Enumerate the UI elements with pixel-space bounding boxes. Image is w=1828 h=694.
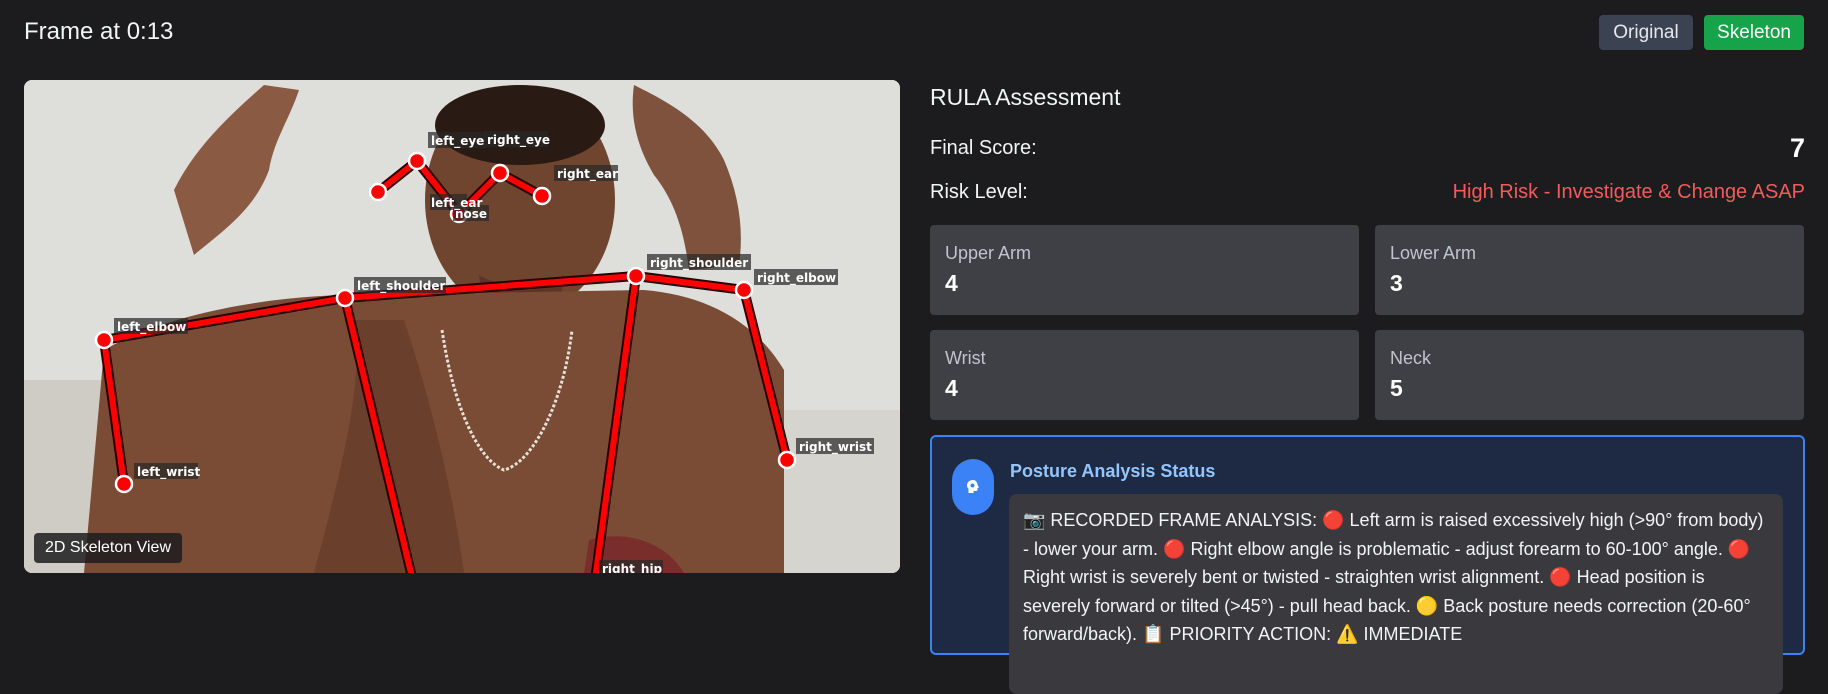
- risk-level-value: High Risk - Investigate & Change ASAP: [1452, 181, 1805, 203]
- keypoint-left-ear: [368, 182, 388, 202]
- risk-level-row: Risk Level: High Risk - Investigate & Ch…: [930, 181, 1805, 204]
- view-mode-badge: 2D Skeleton View: [34, 533, 182, 563]
- brain-icon: [952, 459, 994, 515]
- metric-wrist: Wrist 4: [930, 330, 1359, 420]
- metric-label: Upper Arm: [945, 243, 1032, 263]
- metric-lower-arm: Lower Arm 3: [1375, 225, 1804, 315]
- label-nose: nose: [455, 207, 487, 221]
- metric-neck: Neck 5: [1375, 330, 1804, 420]
- frame-viewer: right_eye left_eye left_ear nose right_e…: [24, 80, 900, 573]
- final-score-row: Final Score: 7: [930, 133, 1805, 164]
- label-right-shoulder: right_shoulder: [650, 256, 748, 271]
- metric-value: 4: [945, 270, 958, 296]
- top-bar: Frame at 0:13 Original Skeleton: [0, 0, 1828, 66]
- skeleton-view-button[interactable]: Skeleton: [1704, 15, 1804, 50]
- metric-label: Wrist: [945, 348, 986, 368]
- status-title: Posture Analysis Status: [1010, 461, 1216, 481]
- label-left-eye: left_eye: [431, 134, 484, 149]
- posture-status-card: Posture Analysis Status 📷 RECORDED FRAME…: [930, 435, 1805, 694]
- metric-value: 4: [945, 375, 958, 401]
- metric-label: Lower Arm: [1390, 243, 1477, 263]
- keypoint-left-wrist: [114, 474, 134, 494]
- final-score-label: Final Score:: [930, 137, 1037, 159]
- label-right-ear: right_ear: [557, 167, 618, 182]
- metric-upper-arm: Upper Arm 4: [930, 225, 1359, 315]
- final-score-value: 7: [1789, 133, 1805, 163]
- metric-value: 5: [1390, 375, 1403, 401]
- rula-title: RULA Assessment: [930, 84, 1121, 110]
- label-right-hip: right_hip: [602, 562, 663, 573]
- label-right-wrist: right_wrist: [799, 440, 872, 455]
- keypoint-left-shoulder: [335, 288, 355, 308]
- keypoint-left-eye: [407, 151, 427, 171]
- label-left-shoulder: left_shoulder: [357, 279, 446, 294]
- label-left-elbow: left_elbow: [117, 320, 186, 335]
- frame-image: right_eye left_eye left_ear nose right_e…: [24, 80, 900, 573]
- keypoint-right-shoulder: [626, 266, 646, 286]
- keypoint-right-ear: [532, 186, 552, 206]
- label-left-wrist: left_wrist: [137, 465, 200, 480]
- risk-level-label: Risk Level:: [930, 181, 1028, 203]
- frame-title: Frame at 0:13: [24, 18, 174, 45]
- original-view-button[interactable]: Original: [1599, 15, 1693, 50]
- label-right-eye: right_eye: [487, 133, 550, 148]
- keypoint-right-eye: [490, 163, 510, 183]
- label-right-elbow: right_elbow: [757, 271, 836, 286]
- status-message: 📷 RECORDED FRAME ANALYSIS: 🔴 Left arm is…: [1009, 494, 1783, 694]
- keypoint-left-elbow: [94, 330, 114, 350]
- keypoint-right-elbow: [734, 280, 754, 300]
- keypoint-right-wrist: [777, 450, 797, 470]
- metric-label: Neck: [1390, 348, 1432, 368]
- metric-value: 3: [1390, 270, 1403, 296]
